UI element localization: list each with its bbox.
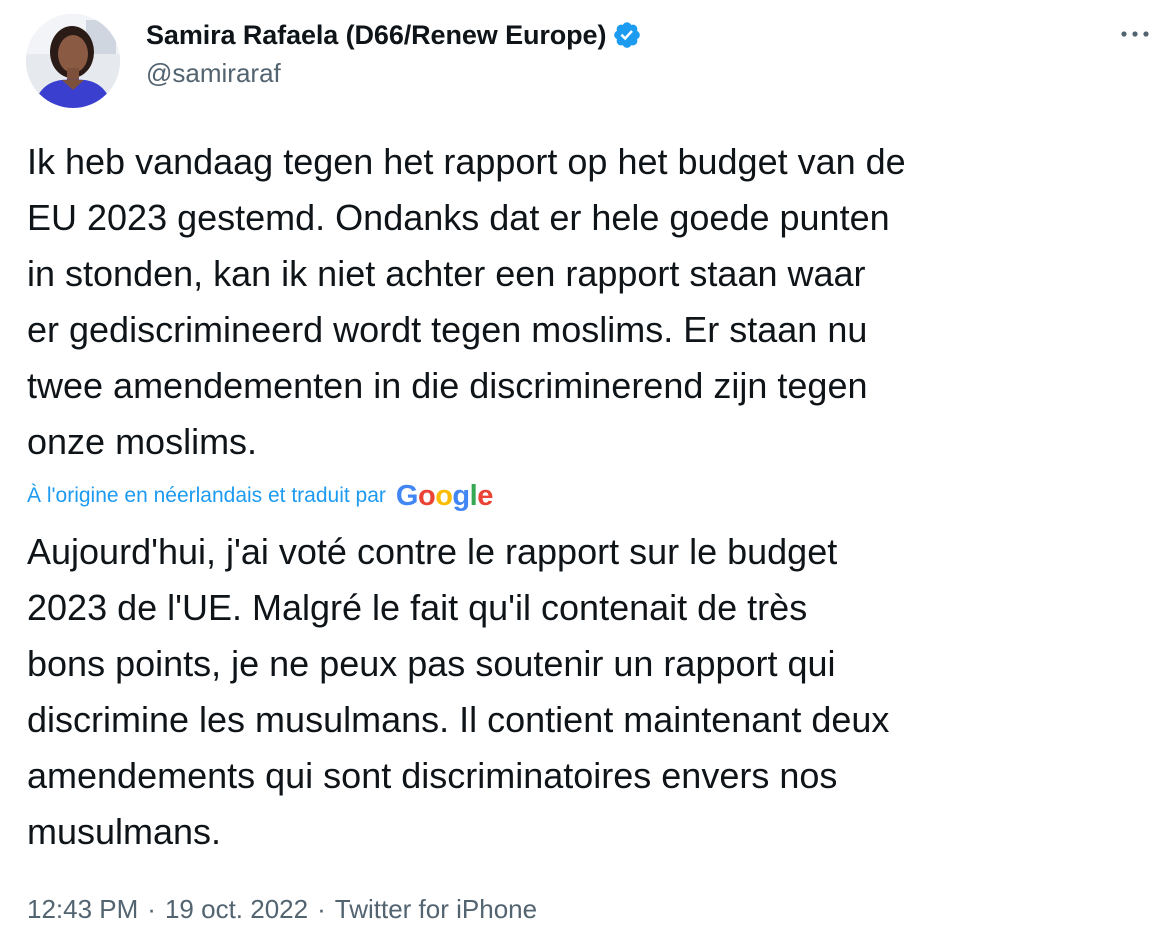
google-logo-letter: e [477, 480, 493, 512]
avatar-image [26, 14, 120, 108]
tweet-meta: 12:43 PM · 19 oct. 2022 · Twitter for iP… [27, 894, 537, 925]
author-handle[interactable]: @samiraraf [146, 58, 281, 89]
google-logo-letter: g [452, 480, 470, 512]
meta-separator: · [147, 894, 156, 924]
author-name-row[interactable]: Samira Rafaela (D66/Renew Europe) [146, 18, 642, 52]
author-display-name[interactable]: Samira Rafaela (D66/Renew Europe) [146, 20, 606, 51]
google-logo-letter: G [395, 480, 419, 512]
more-options-button[interactable] [1112, 20, 1158, 48]
meta-separator: · [317, 894, 326, 924]
more-options-icon [1121, 31, 1149, 37]
google-logo-letter: o [435, 480, 453, 512]
tweet-source[interactable]: Twitter for iPhone [335, 894, 537, 925]
avatar[interactable] [26, 14, 120, 108]
tweet-translated-text: Aujourd'hui, j'ai voté contre le rapport… [27, 531, 890, 852]
tweet: Samira Rafaela (D66/Renew Europe) @samir… [0, 0, 1176, 950]
google-logo: Google [396, 478, 493, 514]
translation-note-label[interactable]: À l'origine en néerlandais et traduit pa… [27, 484, 386, 508]
tweet-date[interactable]: 19 oct. 2022 [165, 894, 308, 925]
verified-badge-icon [612, 20, 642, 50]
tweet-time[interactable]: 12:43 PM [27, 894, 138, 925]
tweet-original-text: Ik heb vandaag tegen het rapport op het … [27, 141, 906, 462]
translation-note[interactable]: À l'origine en néerlandais et traduit pa… [27, 478, 493, 514]
google-logo-letter: o [417, 480, 436, 512]
